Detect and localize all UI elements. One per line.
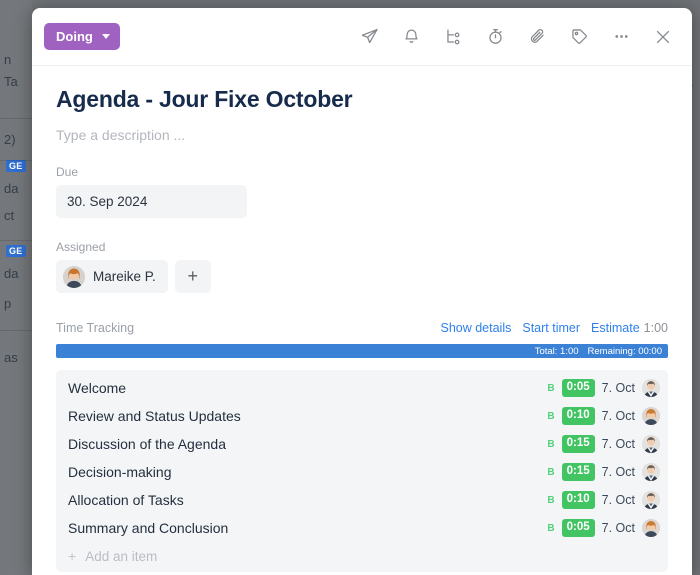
time-tracking-header: Time Tracking Show details Start timer E… (56, 319, 668, 337)
item-due-date[interactable]: 7. Oct (602, 437, 635, 451)
background-text-fragment: p (4, 296, 12, 311)
assignee-name: Mareike P. (93, 269, 156, 284)
checklist-item-meta: B 0:10 7. Oct (547, 491, 660, 509)
checklist-item-title: Welcome (68, 380, 127, 396)
due-label: Due (56, 165, 79, 179)
background-text-fragment: Ta (4, 74, 18, 89)
background-text-fragment: n (4, 52, 12, 67)
billable-badge: B (547, 522, 555, 534)
time-chip[interactable]: 0:15 (561, 463, 595, 481)
due-date-input[interactable]: 30. Sep 2024 (56, 185, 247, 218)
close-icon[interactable] (652, 26, 674, 48)
checklist-item[interactable]: Decision-making B 0:15 7. Oct (56, 458, 668, 486)
checklist-item[interactable]: Review and Status Updates B 0:10 7. Oct (56, 402, 668, 430)
card-title: Agenda - Jour Fixe October (56, 86, 353, 112)
avatar[interactable] (642, 519, 660, 537)
avatar[interactable] (642, 491, 660, 509)
checklist-item-title: Allocation of Tasks (68, 492, 184, 508)
checklist-item-title: Summary and Conclusion (68, 520, 229, 536)
paperclip-icon[interactable] (526, 26, 548, 48)
avatar (63, 265, 85, 288)
task-detail-modal: Doing Agenda - Jour Fixe October Type a … (32, 8, 692, 575)
background-text-fragment: ct (4, 208, 15, 223)
time-chip[interactable]: 0:10 (561, 491, 595, 509)
item-due-date[interactable]: 7. Oct (602, 521, 635, 535)
checklist-item-meta: B 0:10 7. Oct (547, 407, 660, 425)
background-badge: GE (6, 245, 26, 257)
billable-badge: B (547, 494, 555, 506)
background-text-fragment: da (4, 181, 19, 196)
time-tracking-progress-bar[interactable]: Total: 1:00 Remaining: 00:00 (56, 344, 668, 358)
bell-icon[interactable] (400, 26, 422, 48)
billable-badge: B (547, 382, 555, 394)
background-text-fragment: as (4, 350, 18, 365)
assignee-chip[interactable]: Mareike P. (56, 260, 168, 293)
checklist: Welcome B 0:05 7. Oct Review and Status Upda… (56, 370, 668, 572)
status-label: Doing (56, 29, 93, 44)
billable-badge: B (547, 466, 555, 478)
time-chip[interactable]: 0:15 (561, 435, 595, 453)
add-assignee-button[interactable]: + (174, 260, 211, 293)
card-description-placeholder[interactable]: Type a description ... (56, 127, 668, 143)
avatar[interactable] (642, 463, 660, 481)
subtask-icon[interactable] (442, 26, 464, 48)
header-icon-group (358, 26, 674, 48)
checklist-item-title: Discussion of the Agenda (68, 436, 226, 452)
send-icon[interactable] (358, 26, 380, 48)
estimate-link[interactable]: Estimate (591, 321, 640, 335)
avatar[interactable] (642, 379, 660, 397)
item-due-date[interactable]: 7. Oct (602, 465, 635, 479)
assigned-row: Mareike P. + (56, 260, 668, 293)
checklist-item-title: Review and Status Updates (68, 408, 241, 424)
timer-icon[interactable] (484, 26, 506, 48)
time-chip[interactable]: 0:10 (561, 407, 595, 425)
assigned-label: Assigned (56, 240, 106, 254)
item-due-date[interactable]: 7. Oct (602, 381, 635, 395)
checklist-item[interactable]: Welcome B 0:05 7. Oct (56, 374, 668, 402)
estimate-group: Estimate 1:00 (591, 319, 668, 337)
item-due-date[interactable]: 7. Oct (602, 409, 635, 423)
checklist-item-meta: B 0:15 7. Oct (547, 463, 660, 481)
checklist-item[interactable]: Discussion of the Agenda B 0:15 7. Oct (56, 430, 668, 458)
time-chip[interactable]: 0:05 (561, 519, 595, 537)
background-divider (0, 240, 32, 241)
status-dropdown-button[interactable]: Doing (44, 23, 120, 50)
start-timer-link[interactable]: Start timer (522, 321, 580, 335)
plus-icon: + (68, 548, 77, 564)
time-remaining: Remaining: 00:00 (587, 345, 662, 357)
more-icon[interactable] (610, 26, 632, 48)
checklist-item-meta: B 0:05 7. Oct (547, 519, 660, 537)
time-tracking-label: Time Tracking (56, 321, 135, 335)
add-item-label: Add an item (85, 548, 158, 564)
background-text-fragment: 2) (4, 132, 16, 147)
checklist-item-meta: B 0:15 7. Oct (547, 435, 660, 453)
add-item-button[interactable]: + Add an item (56, 542, 668, 570)
modal-body: Agenda - Jour Fixe October Type a descri… (32, 66, 692, 572)
item-due-date[interactable]: 7. Oct (602, 493, 635, 507)
checklist-item[interactable]: Summary and Conclusion B 0:05 7. Oct (56, 514, 668, 542)
avatar[interactable] (642, 407, 660, 425)
checklist-item-title: Decision-making (68, 464, 172, 480)
checklist-item-meta: B 0:05 7. Oct (547, 379, 660, 397)
time-tracking-links: Show details Start timer Estimate 1:00 (440, 319, 668, 337)
background-divider (0, 330, 32, 331)
modal-header: Doing (32, 8, 692, 66)
background-text-fragment: da (4, 266, 19, 281)
time-chip[interactable]: 0:05 (561, 379, 595, 397)
billable-badge: B (547, 438, 555, 450)
chevron-down-icon (101, 34, 110, 39)
estimate-value: 1:00 (643, 321, 668, 335)
background-divider (0, 118, 32, 119)
background-badge: GE (6, 160, 26, 172)
checklist-item[interactable]: Allocation of Tasks B 0:10 7. Oct (56, 486, 668, 514)
tag-icon[interactable] (568, 26, 590, 48)
avatar[interactable] (642, 435, 660, 453)
billable-badge: B (547, 410, 555, 422)
background-board-column: n Ta 2) da ct da p as GE GE (0, 0, 32, 575)
time-total: Total: 1:00 (534, 345, 579, 357)
show-details-link[interactable]: Show details (440, 321, 511, 335)
background-divider (0, 160, 32, 161)
